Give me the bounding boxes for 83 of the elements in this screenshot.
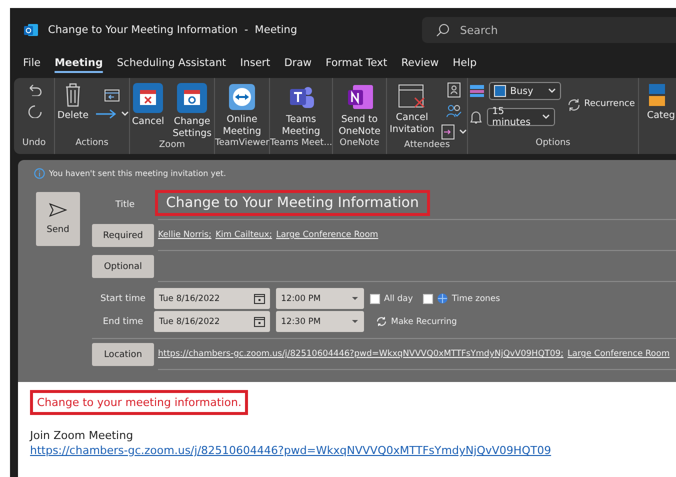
group-label: Attendees xyxy=(403,140,451,152)
menu-tab[interactable]: Format Text xyxy=(318,55,394,71)
attendee-link[interactable]: Kim Cailteux; xyxy=(215,230,272,240)
calendar-icon xyxy=(254,293,265,304)
cancel-invitation-button[interactable]: Cancel Invitation xyxy=(387,82,437,136)
category-icon xyxy=(646,82,667,108)
checkbox[interactable] xyxy=(370,294,380,304)
menu-tab[interactable]: Help xyxy=(446,55,484,71)
recurrence-icon xyxy=(567,98,582,112)
checkbox-label: All day xyxy=(384,294,413,304)
menu-tab[interactable]: Insert xyxy=(233,55,278,71)
caret-icon xyxy=(542,114,550,120)
field-label: Start time xyxy=(99,294,147,304)
group-label: Actions xyxy=(74,138,110,150)
show-as-icon xyxy=(469,83,486,99)
calendar-cancel-icon xyxy=(132,82,164,114)
date-field[interactable]: Tue 8/16/2022 xyxy=(154,288,270,309)
teamviewer-icon xyxy=(227,82,257,112)
caret-icon xyxy=(548,88,556,94)
calendar-cancel-icon xyxy=(397,82,427,110)
optional-button[interactable]: Optional xyxy=(92,255,154,278)
make-recurring-button[interactable]: Make Recurring xyxy=(370,315,463,328)
time-dropdown[interactable]: 12:30 PM xyxy=(276,311,364,332)
search-icon xyxy=(436,23,450,37)
location-link[interactable]: Large Conference Room xyxy=(568,349,670,359)
highlighted-text: Change to your meeting information. xyxy=(30,390,248,415)
cancel-button[interactable]: Cancel xyxy=(130,82,166,128)
info-icon xyxy=(34,168,45,179)
meeting-link[interactable]: https://chambers-gc.zoom.us/j/82510604446?pwd=WkxqNVVVQ0xMTTFsYmdyNjQvV09HQT09 xyxy=(30,444,664,457)
group-label: Undo xyxy=(21,138,47,150)
time-dropdown[interactable]: 12:00 PM xyxy=(276,288,364,309)
menu-tab[interactable]: Scheduling Assistant xyxy=(110,55,234,71)
menu-tab[interactable]: Meeting xyxy=(48,55,110,71)
attendee-link[interactable]: Large Conference Room xyxy=(276,230,378,240)
search-field[interactable]: Search xyxy=(422,17,676,43)
checkbox[interactable] xyxy=(422,294,433,304)
delete-button[interactable]: Delete xyxy=(55,82,91,122)
response-icon xyxy=(441,124,455,140)
caret-icon xyxy=(459,129,467,135)
checkbox-label: Time zones xyxy=(452,294,500,304)
location-link[interactable]: https://chambers-gc.zoom.us/j/82510604446?pwd=WkxqNVVVQ0xMTTFsYmdyNjQvV09HQT09; xyxy=(158,349,564,359)
forward-arrow-icon xyxy=(94,108,117,120)
window-title: Change to Your Meeting Information - Meeting xyxy=(48,24,298,36)
menu-tab[interactable]: Review xyxy=(394,55,446,71)
caret-icon xyxy=(351,296,359,301)
group-label: OneNote xyxy=(338,138,380,150)
recurrence-icon xyxy=(376,316,387,327)
online-meeting-button[interactable]: Online Meeting xyxy=(215,82,269,138)
reminder-dropdown[interactable]: 15 minutes xyxy=(487,108,556,126)
trash-icon xyxy=(63,82,83,108)
recurrence-button[interactable]: Recurrence xyxy=(565,98,637,112)
change-settings-button[interactable]: Change Settings xyxy=(170,82,214,140)
send-to-onenote-button[interactable]: Send to OneNote xyxy=(333,82,386,138)
caret-icon xyxy=(120,111,129,117)
categorize-button[interactable]: Categ xyxy=(642,82,676,122)
menu-tab[interactable]: File xyxy=(16,55,48,71)
bell-icon xyxy=(469,109,484,125)
date-field[interactable]: Tue 8/16/2022 xyxy=(154,311,270,332)
calendar-icon xyxy=(254,316,265,327)
group-label: Zoom xyxy=(158,140,186,152)
location-button[interactable]: Location xyxy=(92,343,154,366)
group-label: Teams Meet... xyxy=(270,138,332,150)
calendar-icon xyxy=(104,88,120,102)
caret-icon xyxy=(351,319,359,324)
group-label: Options xyxy=(534,138,572,150)
address-book-icon xyxy=(447,82,461,98)
group-label: TeamViewer xyxy=(215,138,269,150)
send-icon xyxy=(49,203,67,217)
show-as-dropdown[interactable]: Busy xyxy=(489,82,562,100)
busy-swatch-icon xyxy=(494,85,506,97)
field-label: End time xyxy=(102,316,144,326)
notice-text: You haven't sent this meeting invitation yet. xyxy=(49,169,226,178)
attendee-link[interactable]: Kellie Norris; xyxy=(158,230,212,240)
globe-icon xyxy=(436,293,448,304)
send-button[interactable]: Send xyxy=(36,192,80,246)
required-button[interactable]: Required xyxy=(92,224,154,247)
menu-tab[interactable]: Draw xyxy=(277,55,319,71)
people-check-icon xyxy=(446,104,462,118)
title-field[interactable]: Change to Your Meeting Information xyxy=(155,190,430,216)
body-text: Join Zoom Meeting xyxy=(30,429,134,442)
teams-meeting-button[interactable]: Teams Meeting xyxy=(270,82,332,138)
outlook-icon xyxy=(24,23,38,37)
field-label: Title xyxy=(114,200,136,210)
